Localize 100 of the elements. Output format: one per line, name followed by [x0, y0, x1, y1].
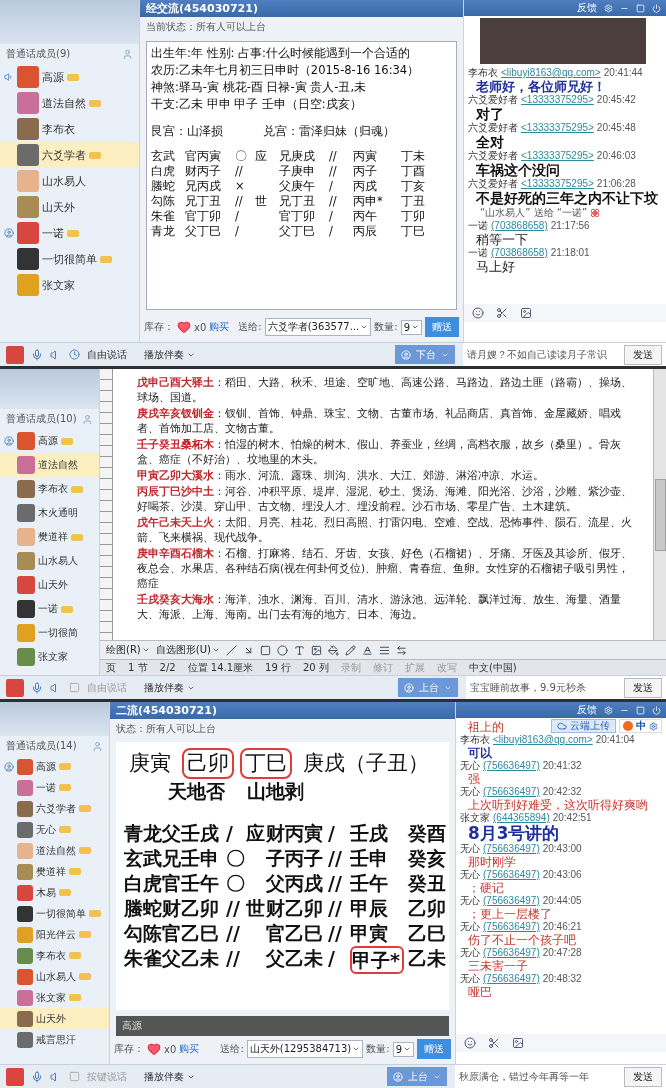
member-item[interactable]: 一诺 — [0, 777, 109, 798]
member-item[interactable]: 一切很简 — [0, 621, 99, 645]
maximize-icon[interactable] — [636, 705, 645, 715]
member-item[interactable]: 六爻学者 — [0, 798, 109, 819]
member-item[interactable]: 山水易人 — [0, 168, 139, 194]
send-button[interactable]: 发送 — [624, 1066, 662, 1087]
contact-link[interactable]: (756636497) — [483, 921, 540, 933]
message-text: 马上好 — [476, 259, 515, 274]
contact-link[interactable]: (756636497) — [483, 947, 540, 959]
line-icon[interactable] — [225, 644, 237, 656]
member-item[interactable]: 张文家 — [0, 272, 139, 298]
power-icon[interactable] — [652, 705, 661, 715]
chart-cell-text: 玄武 — [151, 149, 176, 163]
recipient-select[interactable]: 六爻学者(363577... — [264, 318, 372, 336]
text-icon[interactable] — [293, 644, 305, 656]
fill-icon[interactable] — [327, 644, 339, 656]
contact-link[interactable]: (756636497) — [483, 843, 540, 855]
contact-link[interactable]: <13333375295> — [521, 150, 594, 162]
contact-link[interactable]: (756636497) — [483, 786, 540, 798]
feedback-link[interactable]: 反馈 — [577, 703, 597, 717]
member-name: 樊道祥 — [38, 530, 68, 544]
send-button[interactable]: 发送 — [624, 344, 662, 365]
rectangle-icon[interactable] — [259, 644, 271, 656]
avatar — [17, 800, 33, 817]
member-item[interactable]: 李布衣 — [0, 477, 99, 501]
pencil-icon[interactable] — [344, 644, 356, 656]
member-item[interactable]: 六爻学者 — [0, 142, 139, 168]
member-item[interactable]: 道法自然 — [0, 840, 109, 861]
quantity-select[interactable]: 9 — [400, 319, 422, 335]
member-item[interactable]: 高源 — [0, 64, 139, 90]
ellipse-icon[interactable] — [276, 644, 288, 656]
member-item[interactable]: 道法自然 — [0, 90, 139, 116]
member-item[interactable]: 一诺 — [0, 597, 99, 621]
contact-link[interactable]: <13333375295> — [521, 178, 594, 190]
member-item[interactable]: 阳光伴云 — [0, 924, 109, 945]
maximize-icon[interactable] — [636, 3, 645, 13]
power-icon[interactable] — [652, 3, 661, 13]
member-item[interactable]: 木易 — [0, 882, 109, 903]
contact-link[interactable]: (756636497) — [483, 973, 540, 985]
accompaniment-menu[interactable]: 播放伴奏 — [144, 680, 195, 695]
scissors-icon[interactable] — [488, 1037, 500, 1049]
accompaniment-menu[interactable]: 播放伴奏 — [144, 1069, 195, 1084]
member-item[interactable]: 樊道祥 — [0, 861, 109, 882]
member-item[interactable]: 戒言思汗 — [0, 1029, 109, 1050]
recipient-select[interactable]: 山天外(1295384713) — [246, 1040, 364, 1058]
input-method-bar[interactable]: 中 — [619, 719, 662, 733]
feedback-link[interactable]: 反馈 — [577, 1, 597, 15]
member-item[interactable]: 李布衣 — [0, 116, 139, 142]
draw-menu[interactable]: 绘图(R) — [106, 643, 150, 657]
upload-button[interactable]: 云端上传 — [551, 719, 616, 733]
contact-link[interactable]: <libuyi8163@qq.com> — [501, 67, 601, 79]
contact-link[interactable]: (756636497) — [483, 760, 540, 772]
image-icon[interactable] — [520, 307, 532, 319]
font-color-icon[interactable] — [361, 644, 373, 656]
contact-link[interactable]: <13333375295> — [521, 122, 594, 134]
microphone-icon[interactable] — [31, 348, 43, 361]
autoshapes-menu[interactable]: 自选图形(U) — [155, 643, 220, 657]
gift-count: x0 — [194, 321, 207, 333]
avatar — [17, 779, 33, 796]
scrollbar-thumb[interactable] — [654, 479, 666, 551]
member-item[interactable]: 无心 — [0, 819, 109, 840]
microphone-icon[interactable] — [31, 1070, 43, 1083]
quantity-select[interactable]: 9 — [392, 1041, 414, 1057]
contact-link[interactable]: (756636497) — [483, 895, 540, 907]
line-style-icon[interactable] — [378, 644, 390, 656]
contact-link[interactable]: (703868658) — [491, 220, 548, 232]
member-item[interactable]: 山天外 — [0, 573, 99, 597]
contact-link[interactable]: (756636497) — [483, 869, 540, 881]
scissors-icon[interactable] — [496, 307, 508, 319]
contact-link[interactable]: (703868658) — [491, 247, 548, 259]
member-item[interactable]: 山天外 — [0, 194, 139, 220]
member-item[interactable]: 山水易人 — [0, 966, 109, 987]
microphone-icon[interactable] — [31, 681, 43, 694]
member-item[interactable]: 道法自然 — [0, 453, 99, 477]
emoji-icon[interactable] — [464, 1037, 476, 1049]
contact-link[interactable]: (644365894) — [493, 812, 550, 824]
member-item[interactable]: 木火通明 — [0, 501, 99, 525]
member-item[interactable]: 山天外 — [0, 1008, 109, 1029]
settings-icon[interactable] — [604, 3, 613, 13]
member-item[interactable]: 张文家 — [0, 987, 109, 1008]
member-item[interactable]: 山水易人 — [0, 549, 99, 573]
member-item[interactable]: 张文家 — [0, 645, 99, 669]
member-item[interactable]: 李布衣 — [0, 945, 109, 966]
member-item[interactable]: 高源 — [0, 756, 109, 777]
buy-link[interactable]: 购买 — [209, 320, 230, 334]
settings-icon[interactable] — [604, 705, 613, 715]
member-item[interactable]: 一切很简单 — [0, 903, 109, 924]
image-icon[interactable] — [512, 1037, 524, 1049]
member-item[interactable]: 一诺 — [0, 220, 139, 246]
send-button[interactable]: 发送 — [624, 677, 662, 698]
accompaniment-menu[interactable]: 播放伴奏 — [144, 347, 195, 362]
contact-link[interactable]: <libuyi8163@qq.com> — [493, 734, 593, 746]
member-item[interactable]: 樊道祥 — [0, 525, 99, 549]
contact-link[interactable]: <13333375295> — [521, 94, 594, 106]
emoji-icon[interactable] — [472, 307, 484, 319]
member-item[interactable]: 一切很简单 — [0, 246, 139, 272]
image-icon[interactable] — [310, 644, 322, 656]
buy-link[interactable]: 购买 — [179, 1042, 200, 1056]
member-item[interactable]: 高源 — [0, 429, 99, 453]
arrows-icon[interactable] — [395, 644, 407, 656]
